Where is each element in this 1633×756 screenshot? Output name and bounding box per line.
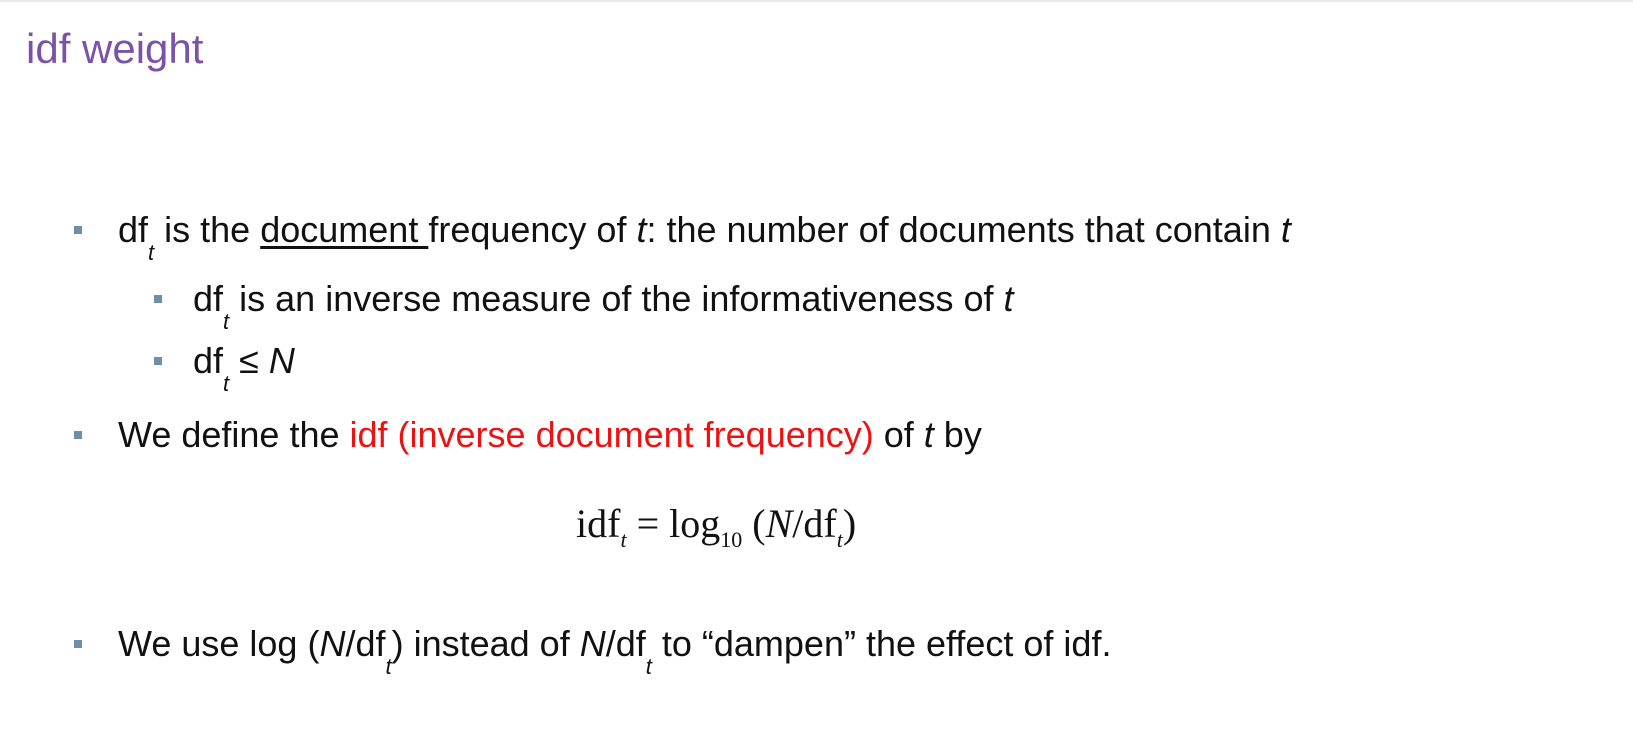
n-symbol: N — [579, 623, 606, 664]
text: We define the — [118, 414, 350, 455]
formula-n: N — [765, 501, 793, 546]
term-t: t — [1003, 278, 1014, 319]
bullet-marker — [154, 357, 162, 365]
formula-paren: ) — [842, 501, 857, 546]
text: is the — [154, 209, 261, 250]
term-t: t — [1280, 209, 1291, 250]
formula-paren: ( — [742, 501, 766, 546]
term-t: t — [923, 414, 934, 455]
text: of — [873, 414, 924, 455]
df-symbol: df — [193, 340, 224, 381]
bullet-define-idf: We define the idf (inverse document freq… — [118, 413, 982, 456]
formula-idf: idf — [576, 501, 621, 546]
formula-log-base: 10 — [720, 527, 743, 552]
formula-df: /df — [792, 501, 837, 546]
subbullet-inverse-measure: df t is an inverse measure of the informa… — [193, 277, 1014, 333]
bullet-dampen-effect: We use log (N/dft) instead of N/dft to “… — [118, 622, 1112, 678]
text: to “dampen” the effect of idf. — [651, 623, 1112, 664]
formula-equals-log: = log — [626, 501, 721, 546]
term-t: t — [636, 209, 647, 250]
bullet-marker — [154, 295, 162, 303]
idf-definition-highlight: idf (inverse document frequency) — [349, 414, 874, 455]
bullet-document-frequency: df t is the document frequency of t: the … — [118, 208, 1291, 264]
df-symbol: df — [118, 209, 149, 250]
text: We use log ( — [118, 623, 320, 664]
df-symbol: df — [193, 278, 224, 319]
text: frequency of — [428, 209, 637, 250]
bullet-marker — [74, 226, 82, 234]
subbullet-df-le-n: dft ≤ N — [193, 339, 295, 395]
slide-title: idf weight — [26, 25, 204, 72]
idf-formula: idft = log10 (N/dft) — [576, 500, 857, 551]
n-symbol: N — [319, 623, 346, 664]
text: ) instead of — [391, 623, 580, 664]
underlined-term: document — [260, 209, 429, 250]
text: ≤ — [229, 340, 269, 381]
top-border — [0, 0, 1633, 2]
bullet-marker — [74, 640, 82, 648]
n-symbol: N — [268, 340, 295, 381]
text: by — [933, 414, 982, 455]
text: /df — [605, 623, 646, 664]
text: is an inverse measure of the informative… — [229, 278, 1004, 319]
text: /df — [345, 623, 386, 664]
text: : the number of documents that contain — [646, 209, 1281, 250]
bullet-marker — [74, 431, 82, 439]
